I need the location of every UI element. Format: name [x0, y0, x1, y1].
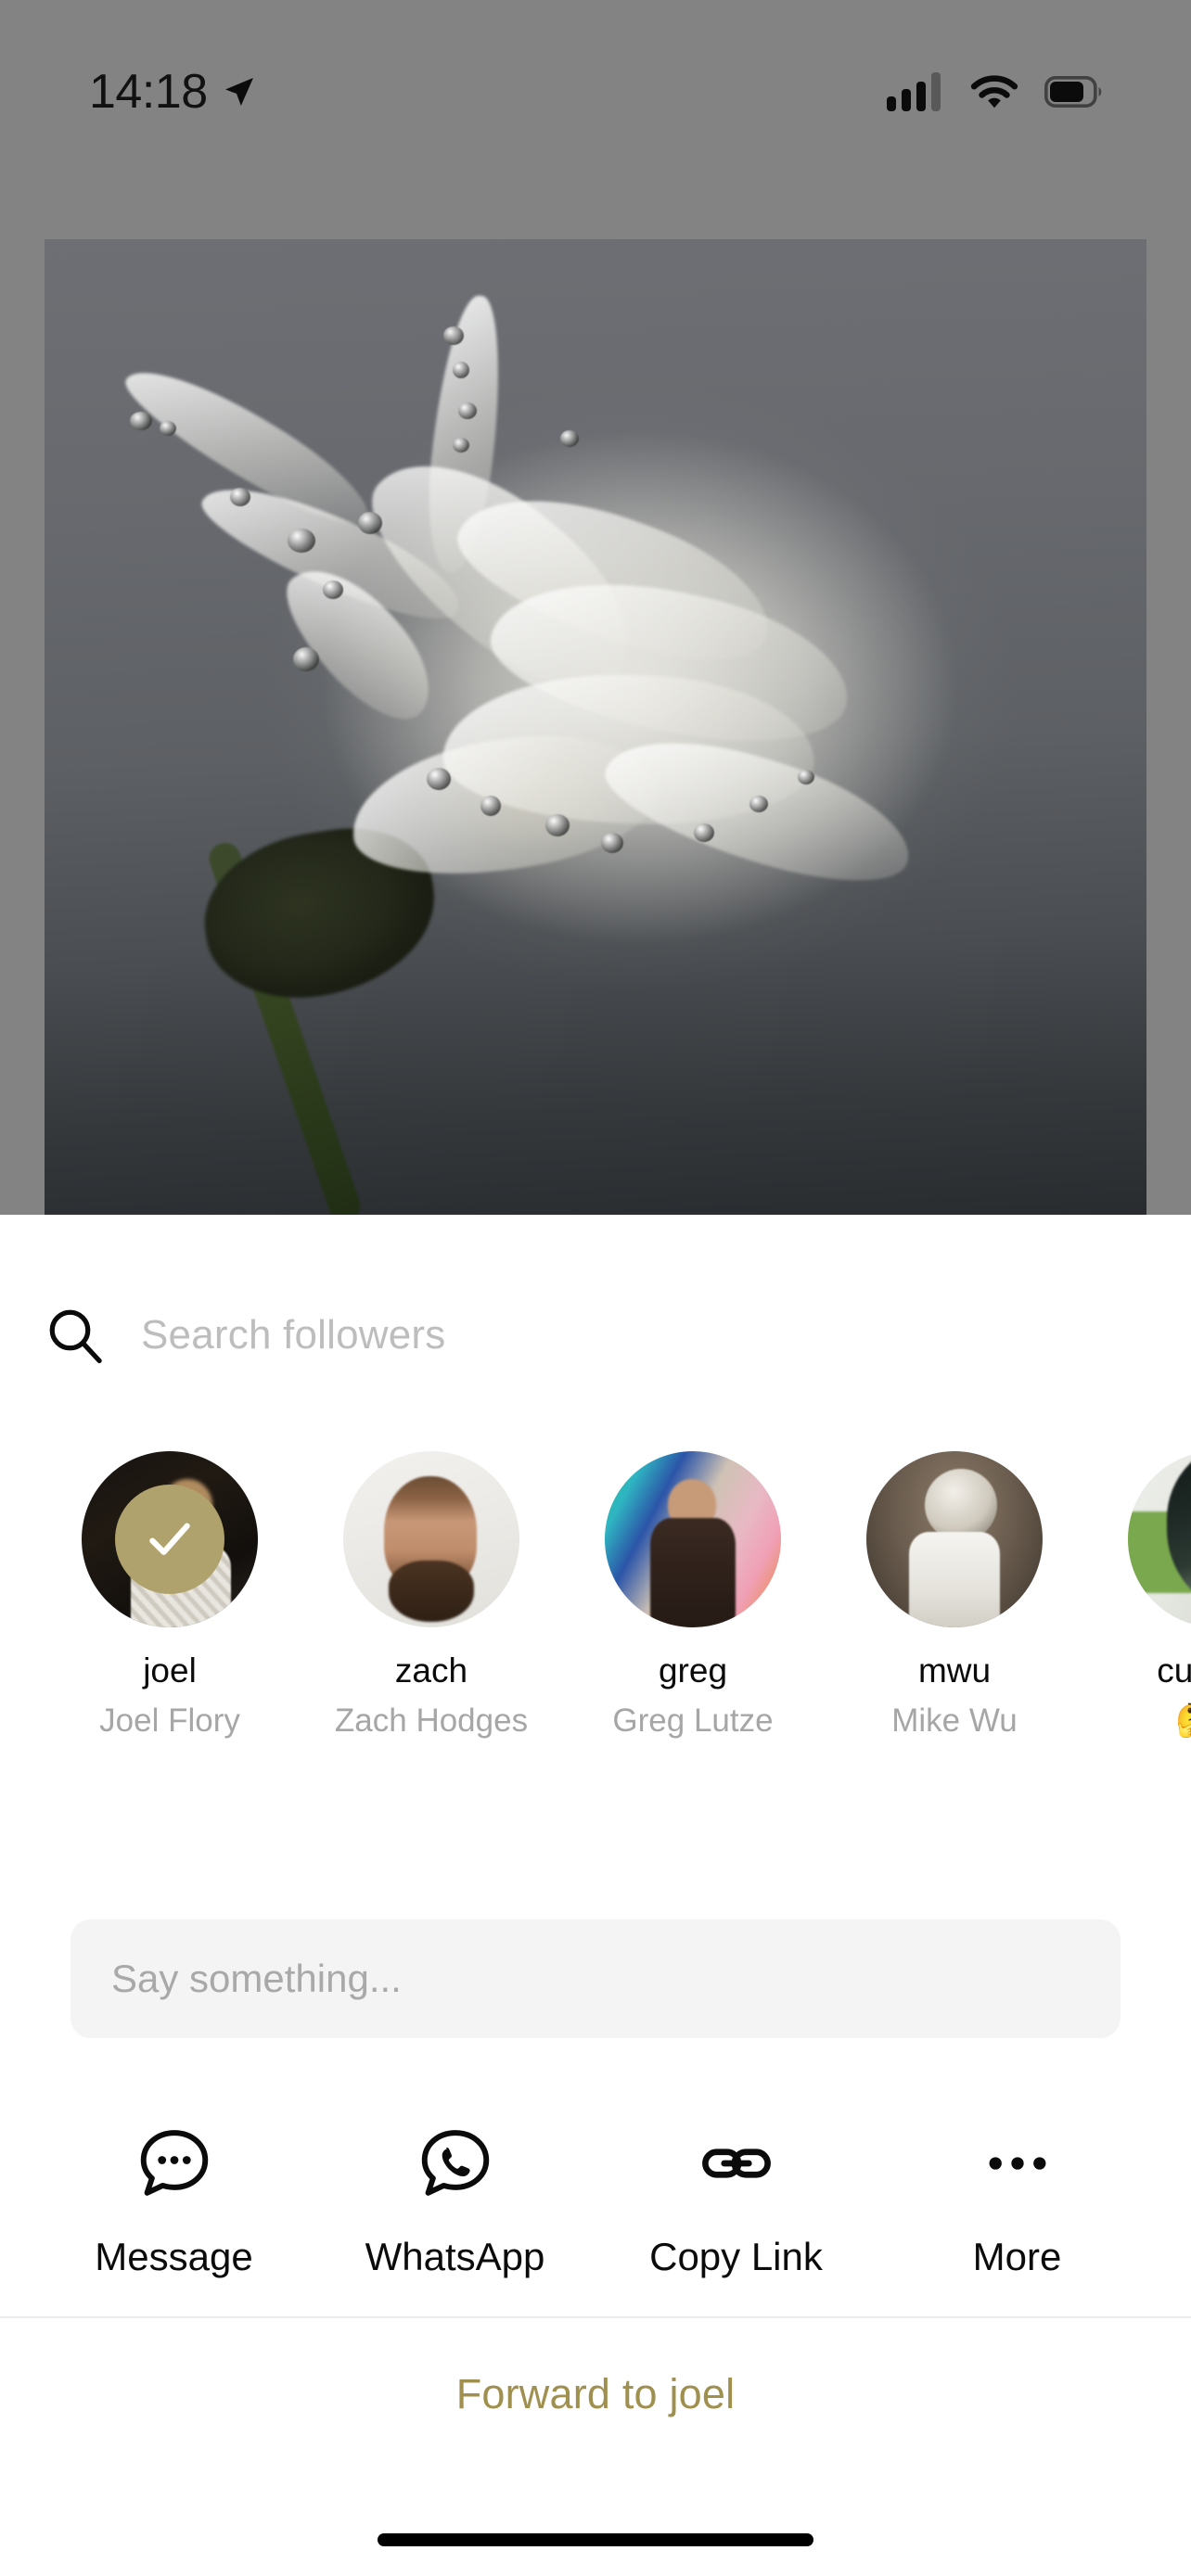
search-placeholder: Search followers	[141, 1312, 445, 1358]
photo-image	[45, 239, 1146, 1215]
follower-fullname: Joel Flory	[99, 1704, 240, 1737]
follower-item-zach[interactable]: zach Zach Hodges	[301, 1451, 562, 1737]
water-droplet	[230, 488, 250, 506]
message-bubble-icon	[135, 2123, 213, 2203]
avatar-wrap	[343, 1451, 519, 1627]
water-droplet	[545, 814, 570, 836]
avatar-wrap	[866, 1451, 1043, 1627]
search-icon	[45, 1305, 106, 1366]
location-arrow-icon	[221, 73, 258, 110]
status-bar: 14:18	[0, 0, 1191, 158]
selected-check-badge	[115, 1485, 224, 1594]
action-row: Message WhatsApp	[0, 2123, 1191, 2279]
water-droplet	[443, 326, 464, 345]
water-droplet	[453, 438, 469, 453]
followers-list[interactable]: joel Joel Flory zach Zach Hodges greg Gr…	[0, 1451, 1191, 1737]
water-droplet	[160, 421, 176, 436]
avatar	[1128, 1451, 1191, 1627]
avatar-wrap	[1128, 1451, 1191, 1627]
shared-photo[interactable]	[45, 239, 1146, 1215]
water-droplet	[458, 402, 477, 419]
avatar-wrap	[82, 1451, 258, 1627]
water-droplet	[749, 796, 768, 812]
message-input[interactable]: Say something...	[70, 1919, 1121, 2038]
whatsapp-icon	[416, 2123, 494, 2203]
follower-item-curious[interactable]: curiousl 🤔💭	[1085, 1451, 1191, 1737]
wifi-icon	[968, 72, 1020, 111]
water-droplet	[560, 430, 579, 447]
water-droplet	[427, 768, 451, 790]
water-droplet	[480, 796, 501, 816]
follower-fullname: 🤔💭	[1175, 1704, 1191, 1737]
water-droplet	[130, 412, 152, 430]
ellipsis-icon	[979, 2123, 1057, 2203]
action-label: WhatsApp	[365, 2235, 545, 2279]
follower-item-greg[interactable]: greg Greg Lutze	[562, 1451, 824, 1737]
action-message[interactable]: Message	[33, 2123, 314, 2279]
action-label: More	[973, 2235, 1062, 2279]
status-bar-left: 14:18	[89, 64, 258, 120]
share-sheet: Search followers joel Joel Flory	[0, 1215, 1191, 2576]
follower-username: greg	[659, 1653, 727, 1688]
follower-username: curiousl	[1157, 1653, 1191, 1688]
search-input[interactable]: Search followers	[0, 1280, 1191, 1391]
action-copy-link[interactable]: Copy Link	[596, 2123, 877, 2279]
water-droplet	[293, 647, 319, 671]
follower-username: mwu	[918, 1653, 991, 1688]
forward-label: Forward to joel	[456, 2370, 736, 2418]
follower-username: zach	[395, 1653, 467, 1688]
water-droplet	[288, 529, 315, 553]
follower-item-joel[interactable]: joel Joel Flory	[39, 1451, 301, 1737]
water-droplet	[358, 512, 382, 534]
check-icon	[140, 1510, 199, 1569]
action-label: Message	[95, 2235, 252, 2279]
water-droplet	[798, 770, 814, 784]
action-whatsapp[interactable]: WhatsApp	[314, 2123, 596, 2279]
cellular-signal-icon	[887, 72, 944, 111]
avatar-wrap	[605, 1451, 781, 1627]
avatar	[605, 1451, 781, 1627]
follower-item-mwu[interactable]: mwu Mike Wu	[824, 1451, 1085, 1737]
link-chain-icon	[698, 2123, 775, 2203]
water-droplet	[323, 580, 343, 599]
avatar	[343, 1451, 519, 1627]
home-indicator[interactable]	[378, 2533, 813, 2546]
follower-fullname: Mike Wu	[891, 1704, 1018, 1737]
battery-icon	[1044, 76, 1102, 108]
follower-fullname: Greg Lutze	[612, 1704, 773, 1737]
water-droplet	[694, 823, 714, 842]
action-label: Copy Link	[649, 2235, 823, 2279]
phone-screen: 14:18	[0, 0, 1191, 2576]
follower-fullname: Zach Hodges	[335, 1704, 528, 1737]
status-bar-right	[887, 72, 1102, 111]
status-time: 14:18	[89, 64, 208, 120]
forward-button[interactable]: Forward to joel	[0, 2339, 1191, 2450]
water-droplet	[453, 362, 469, 378]
avatar	[866, 1451, 1043, 1627]
message-placeholder: Say something...	[111, 1957, 402, 2001]
action-more[interactable]: More	[877, 2123, 1158, 2279]
divider	[0, 2316, 1191, 2318]
water-droplet	[601, 833, 623, 853]
follower-username: joel	[143, 1653, 197, 1688]
